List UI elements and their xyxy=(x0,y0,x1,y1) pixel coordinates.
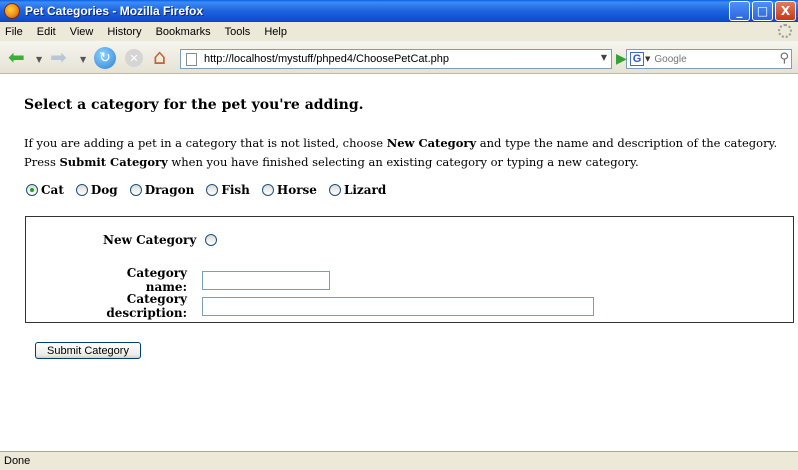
maximize-button[interactable]: □ xyxy=(752,1,773,21)
radio-dog[interactable] xyxy=(75,184,88,196)
new-category-row: New Category xyxy=(103,233,220,247)
window-title: Pet Categories - Mozilla Firefox xyxy=(25,4,204,18)
firefox-icon xyxy=(4,3,20,19)
category-option-dragon[interactable]: Dragon xyxy=(129,183,195,197)
search-icon[interactable]: ⚲ xyxy=(779,51,789,66)
category-option-lizard[interactable]: Lizard xyxy=(328,183,387,197)
category-label-horse: Horse xyxy=(276,183,317,197)
close-button[interactable]: X xyxy=(775,1,796,21)
google-engine-icon[interactable]: G xyxy=(630,52,644,66)
window-controls: _ □ X xyxy=(729,1,796,21)
category-option-fish[interactable]: Fish xyxy=(206,183,250,197)
category-name-label: Category name: xyxy=(126,266,187,294)
window-titlebar: Pet Categories - Mozilla Firefox _ □ X xyxy=(0,0,798,22)
category-label-cat: Cat xyxy=(41,183,64,197)
throbber-icon xyxy=(778,24,792,38)
status-text: Done xyxy=(4,455,31,467)
navigation-toolbar: ⬅ ▼ ➡ ▼ ↻ ✕ ⌂ http://localhost/mystuff/p… xyxy=(0,41,798,74)
menu-tools[interactable]: Tools xyxy=(219,26,259,38)
intro-text: If you are adding a pet in a category th… xyxy=(24,134,794,172)
intro-part-3: when you have finished selecting an exis… xyxy=(167,155,639,169)
radio-new-category[interactable] xyxy=(205,234,218,246)
home-icon[interactable]: ⌂ xyxy=(153,45,166,69)
menu-file[interactable]: File xyxy=(0,26,31,38)
intro-bold-new-category: New Category xyxy=(386,136,477,150)
category-option-horse[interactable]: Horse xyxy=(261,183,317,197)
page-content: Select a category for the pet you're add… xyxy=(0,75,798,451)
new-category-label: New Category xyxy=(103,233,197,247)
page-icon xyxy=(186,52,197,66)
stop-icon[interactable]: ✕ xyxy=(125,49,143,67)
category-label-fish: Fish xyxy=(221,183,250,197)
url-history-dropdown-icon[interactable]: ▼ xyxy=(601,53,607,62)
reload-icon[interactable]: ↻ xyxy=(94,47,116,69)
radio-fish[interactable] xyxy=(206,184,219,196)
submit-category-button[interactable]: Submit Category xyxy=(35,342,141,359)
new-category-fieldset: New Category Category name: Category des… xyxy=(25,216,794,323)
radio-lizard[interactable] xyxy=(328,184,341,196)
category-description-input[interactable] xyxy=(202,296,594,316)
menu-edit[interactable]: Edit xyxy=(31,26,64,38)
address-bar[interactable]: http://localhost/mystuff/phped4/ChoosePe… xyxy=(180,49,612,69)
status-bar: Done xyxy=(0,451,798,470)
category-name-input[interactable] xyxy=(202,270,330,290)
forward-dropdown-icon[interactable]: ▼ xyxy=(80,55,86,64)
search-engine-dropdown-icon[interactable]: ▼ xyxy=(645,55,650,63)
search-input[interactable] xyxy=(654,51,765,67)
category-label-lizard: Lizard xyxy=(343,183,387,197)
menu-bar: File Edit View History Bookmarks Tools H… xyxy=(0,22,798,41)
intro-part-1: If you are adding a pet in a category th… xyxy=(24,136,387,150)
category-option-dog[interactable]: Dog xyxy=(75,183,118,197)
menu-view[interactable]: View xyxy=(64,26,102,38)
menu-bookmarks[interactable]: Bookmarks xyxy=(150,26,219,38)
url-text[interactable]: http://localhost/mystuff/phped4/ChoosePe… xyxy=(204,53,449,65)
search-bar: G ▼ ⚲ xyxy=(626,49,792,69)
category-description-row: Category description: xyxy=(62,292,594,320)
category-radio-group: Cat Dog Dragon Fish Horse Lizard xyxy=(26,183,398,197)
menu-history[interactable]: History xyxy=(101,26,149,38)
radio-horse[interactable] xyxy=(261,184,274,196)
back-arrow-icon[interactable]: ⬅ xyxy=(8,47,32,67)
menu-help[interactable]: Help xyxy=(258,26,295,38)
back-dropdown-icon[interactable]: ▼ xyxy=(36,55,42,64)
category-label-dog: Dog xyxy=(90,183,118,197)
radio-dragon[interactable] xyxy=(129,184,142,196)
category-label-dragon: Dragon xyxy=(144,183,195,197)
radio-cat[interactable] xyxy=(26,184,38,196)
page-heading: Select a category for the pet you're add… xyxy=(24,97,364,113)
category-description-label: Category description: xyxy=(106,292,187,320)
category-name-row: Category name: xyxy=(93,266,330,294)
forward-arrow-icon[interactable]: ➡ xyxy=(50,47,67,67)
minimize-button[interactable]: _ xyxy=(729,1,750,21)
intro-bold-submit-category: Submit Category xyxy=(59,155,168,169)
category-option-cat[interactable]: Cat xyxy=(26,183,64,197)
